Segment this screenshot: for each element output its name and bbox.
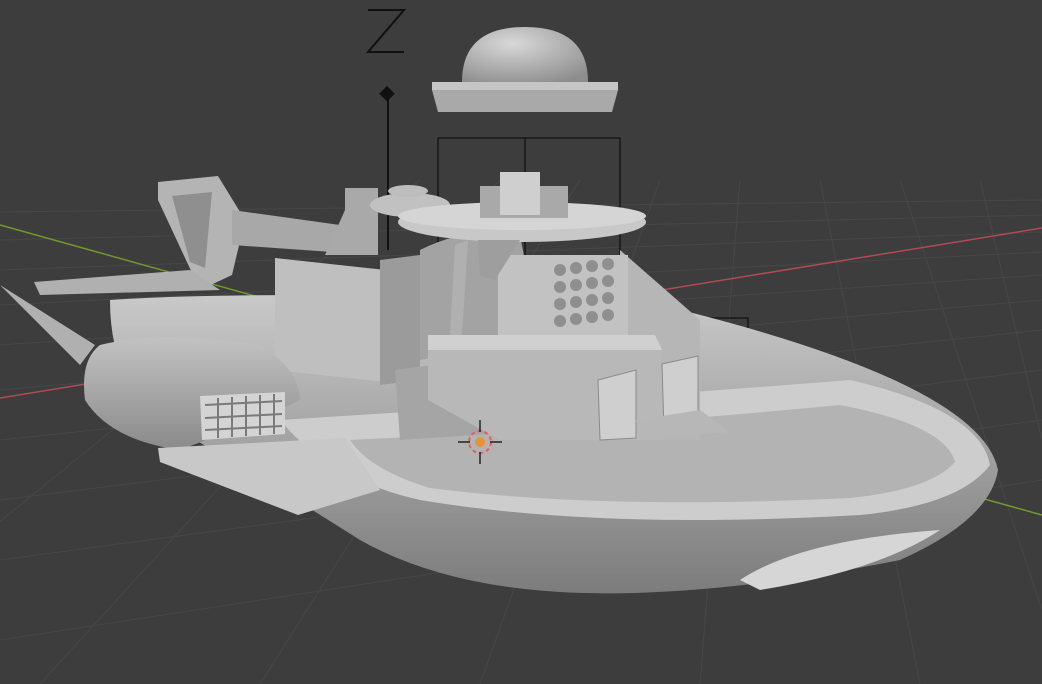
radar-dome[interactable]: [432, 27, 618, 112]
3d-viewport[interactable]: Z Y: [0, 0, 1042, 684]
viewport-canvas[interactable]: [0, 0, 1042, 684]
